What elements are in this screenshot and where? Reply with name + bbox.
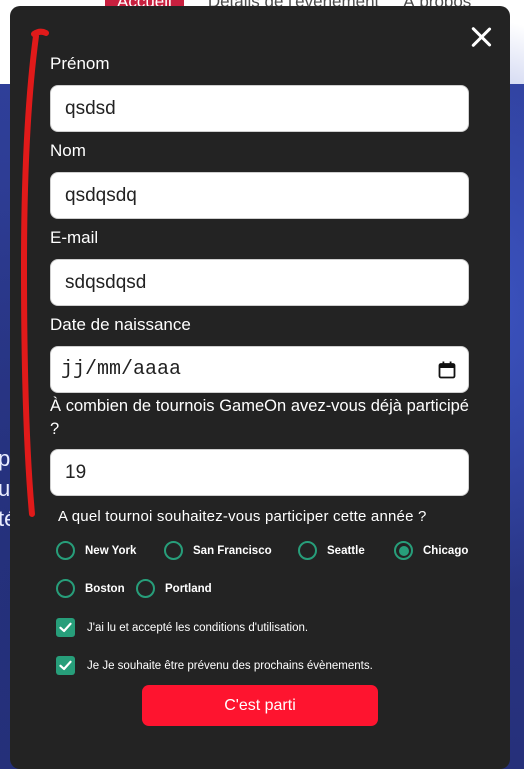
tournaments-count-input[interactable]: 19 — [50, 449, 469, 496]
radio-button[interactable] — [298, 541, 317, 560]
submit-button[interactable]: C'est parti — [142, 685, 378, 726]
radio-button[interactable] — [164, 541, 183, 560]
radio-label: Boston — [85, 582, 125, 595]
calendar-icon[interactable] — [438, 361, 456, 379]
birthdate-input[interactable]: jj/mm/aaaa — [50, 346, 469, 393]
signup-modal: Prénom qsdsd Nom qsdqsdq E-mail sdqsdqsd… — [10, 6, 510, 769]
terms-checkbox-row[interactable]: J'ai lu et accepté les conditions d'util… — [56, 618, 308, 637]
close-icon[interactable] — [470, 26, 492, 48]
checkbox-checked[interactable] — [56, 618, 75, 637]
radio-button[interactable] — [136, 579, 155, 598]
radio-chicago[interactable]: Chicago — [394, 541, 468, 560]
checkmark-icon — [59, 660, 72, 671]
newsletter-checkbox-row[interactable]: Je Je souhaite être prévenu des prochain… — [56, 656, 373, 675]
checkbox-checked[interactable] — [56, 656, 75, 675]
checkmark-icon — [59, 622, 72, 633]
radio-label: Seattle — [327, 544, 365, 557]
birthdate-label: Date de naissance — [50, 315, 191, 334]
last-name-input[interactable]: qsdqsdq — [50, 172, 469, 219]
radio-button-selected[interactable] — [394, 541, 413, 560]
radio-label: Portland — [165, 582, 212, 595]
radio-portland[interactable]: Portland — [136, 579, 212, 598]
tournaments-count-label: À combien de tournois GameOn avez-vous d… — [50, 397, 469, 438]
radio-new-york[interactable]: New York — [56, 541, 136, 560]
radio-label: Chicago — [423, 544, 469, 557]
radio-seattle[interactable]: Seattle — [298, 541, 365, 560]
radio-label: New York — [85, 544, 137, 557]
radio-button[interactable] — [56, 541, 75, 560]
radio-label: San Francisco — [193, 544, 272, 557]
radio-san-francisco[interactable]: San Francisco — [164, 541, 272, 560]
newsletter-checkbox-label: Je Je souhaite être prévenu des prochain… — [87, 659, 373, 672]
radio-boston[interactable]: Boston — [56, 579, 125, 598]
birthdate-placeholder: jj/mm/aaaa — [61, 358, 182, 381]
location-question: A quel tournoi souhaitez-vous participer… — [58, 508, 427, 525]
radio-button[interactable] — [56, 579, 75, 598]
first-name-input[interactable]: qsdsd — [50, 85, 469, 132]
terms-checkbox-label: J'ai lu et accepté les conditions d'util… — [87, 621, 309, 634]
background-hero-text: p — [0, 446, 11, 471]
email-label: E-mail — [50, 228, 99, 247]
first-name-label: Prénom — [50, 54, 110, 73]
email-input[interactable]: sdqsdqsd — [50, 259, 469, 306]
last-name-label: Nom — [50, 141, 86, 160]
